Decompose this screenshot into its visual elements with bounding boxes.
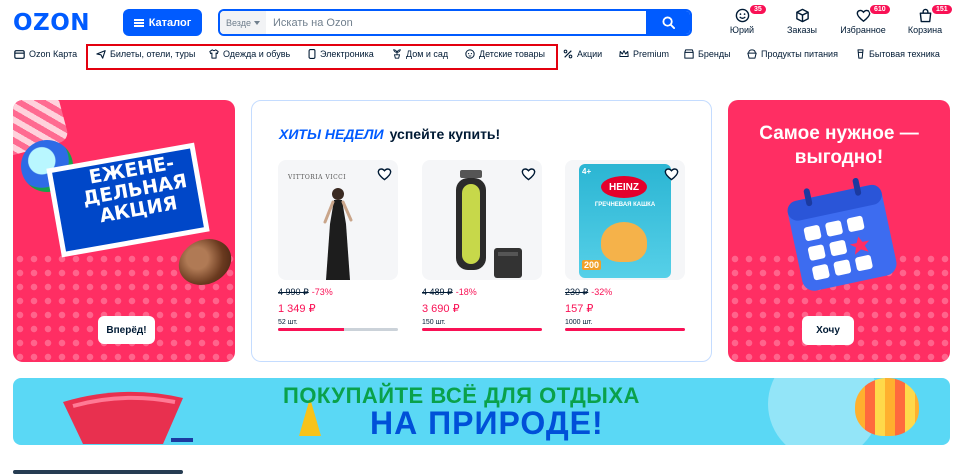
porridge-pack-graphic: 4+ HEINZ ГРЕЧНЕВАЯ КАШКА 200 [579,164,671,278]
favorite-heart-icon[interactable] [377,167,392,181]
heinz-logo: HEINZ [601,176,647,198]
discount: -73% [311,287,333,297]
price: 3 690 ₽ [422,303,460,315]
cart-badge: 151 [931,4,953,15]
product-card[interactable]: 4 489 ₽ -18% 3 690 ₽ 150 шт. [422,160,542,331]
product-image[interactable] [422,160,542,280]
appliance-icon [857,49,864,59]
header-user[interactable]: Юрий 35 [714,4,770,38]
hits-title: ХИТЫ НЕДЕЛИ успейте купить! [279,126,500,142]
nav-item-label: Ozon Карта [29,49,78,59]
hits-title-rest: успейте купить! [389,126,501,142]
stock-progress-bar [422,328,542,331]
nav-item-premium[interactable]: Premium [619,49,669,59]
percent-icon [563,49,573,59]
essentials-promo-card[interactable]: Самое нужное — выгодно! Хочу [728,100,950,362]
banner-line2: НА ПРИРОДЕ! [370,405,604,441]
nav-item-label: Бытовая техника [869,49,940,59]
next-section-heading-partial [13,462,213,476]
nav-item-food[interactable]: Продукты питания [747,49,838,59]
nav-item-ozon-card[interactable]: Ozon Карта [14,49,77,59]
old-price: 4 990 ₽ [278,287,309,297]
old-price-row: 4 489 ₽ -18% [422,287,542,298]
product-card[interactable]: 4+ HEINZ ГРЕЧНЕВАЯ КАШКА 200 230 ₽ -32% 1… [565,160,685,331]
highlight-frame [86,44,558,70]
dress-graphic [323,188,353,280]
store-icon [684,49,694,59]
nav-item-label: Продукты питания [761,49,838,59]
pack-weight: 200 [582,260,602,270]
user-badge: 35 [749,4,767,15]
product-image[interactable]: VITTORIA VICCI [278,160,398,280]
nav-item-appliances[interactable]: Бытовая техника [856,49,940,59]
stock-count: 150 шт. [422,319,446,326]
product-image[interactable]: 4+ HEINZ ГРЕЧНЕВАЯ КАШКА 200 [565,160,685,280]
pack-age: 4+ [582,167,592,176]
header-favorites[interactable]: Избранное 610 [835,4,891,38]
weekly-promo-button[interactable]: Вперёд! [98,316,155,344]
price: 1 349 ₽ [278,303,316,315]
pack-product-name: ГРЕЧНЕВАЯ КАШКА [594,202,656,208]
cart-label: Корзина [907,25,943,35]
box-icon [795,8,809,23]
orders-label: Заказы [786,25,818,35]
old-price-row: 4 990 ₽ -73% [278,287,398,298]
product-card[interactable]: VITTORIA VICCI 4 990 ₽ -73% 1 349 ₽ 52 шт… [278,160,398,331]
nav-item-label: Premium [633,49,670,59]
header: OZON Каталог Везде Юрий 35 За [0,0,960,44]
nav-item-label: Акции [577,49,603,59]
nav-item-sales[interactable]: Акции [563,49,602,59]
calendar-graphic [787,178,897,291]
stock-progress-bar [565,328,685,331]
search-button[interactable] [646,11,690,34]
outdoor-banner[interactable]: ПОКУПАЙТЕ ВСЁ ДЛЯ ОТДЫХА НА ПРИРОДЕ! [13,378,950,445]
stock-progress-bar [278,328,398,331]
ozon-logo[interactable]: OZON [13,10,90,36]
catalog-button[interactable]: Каталог [123,9,202,36]
header-cart[interactable]: Корзина 151 [897,4,953,38]
trimmer-graphic [456,170,522,278]
favorite-heart-icon[interactable] [664,167,679,181]
stock-count: 52 шт. [278,319,298,326]
stock-progress-fill [278,328,344,331]
search-bar: Везде [218,9,692,36]
menu-icon [133,18,144,27]
hits-title-accent: ХИТЫ НЕДЕЛИ [279,126,384,142]
nav-item-brands[interactable]: Бренды [684,49,731,59]
old-price-row: 230 ₽ -32% [565,287,685,298]
food-icon [747,49,757,59]
nav-item-label: Бренды [698,49,731,59]
search-scope-label: Везде [226,17,251,28]
essentials-promo-title: Самое нужное — выгодно! [759,123,919,168]
discount: -32% [591,287,613,297]
favorite-heart-icon[interactable] [521,167,536,181]
brand-label: VITTORIA VICCI [288,174,347,181]
discount: -18% [455,287,477,297]
boat-graphic [63,391,193,444]
crown-icon [619,50,629,57]
essentials-promo-button[interactable]: Хочу [802,316,854,345]
stock-progress-fill [422,328,542,331]
search-icon [661,16,675,29]
favorites-label: Избранное [840,25,886,35]
user-smile-icon [735,8,749,23]
price: 157 ₽ [565,303,594,315]
search-scope-select[interactable]: Везде [220,11,266,34]
stock-progress-fill [565,328,685,331]
balloon-graphic [855,378,919,436]
header-orders[interactable]: Заказы [774,6,830,38]
stock-count: 1000 шт. [565,319,593,326]
catalog-label: Каталог [148,16,192,29]
search-input[interactable] [266,11,646,34]
card-icon [14,49,25,59]
favorites-badge: 610 [869,4,891,15]
user-label: Юрий [729,25,755,35]
weekly-promo-card[interactable]: ЕЖЕНЕ- ДЕЛЬНАЯ АКЦИЯ Вперёд! [13,100,235,362]
chevron-down-icon [254,20,260,25]
old-price: 230 ₽ [565,287,589,297]
hippo-graphic [601,222,647,262]
old-price: 4 489 ₽ [422,287,453,297]
weekly-hits-card: ХИТЫ НЕДЕЛИ успейте купить! VITTORIA VICC… [251,100,712,362]
